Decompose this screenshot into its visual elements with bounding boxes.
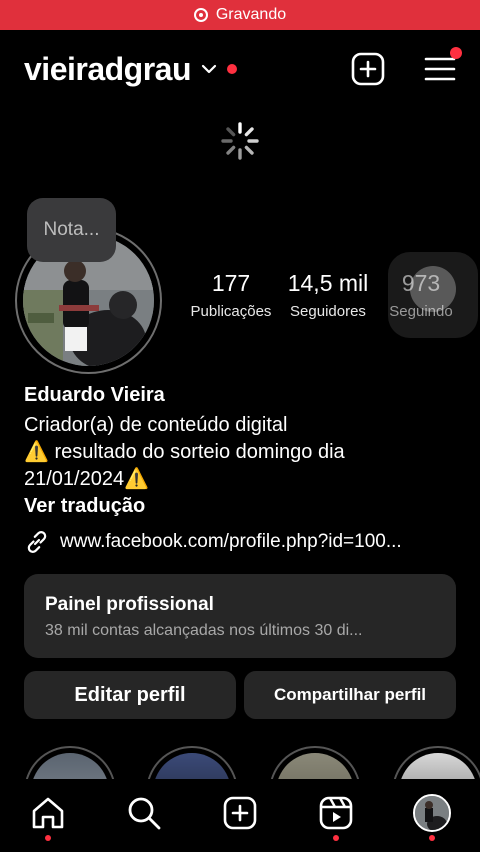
stat-posts-value: 177: [211, 270, 251, 296]
username[interactable]: vieiradgrau: [24, 51, 192, 88]
nav-create[interactable]: [216, 789, 264, 837]
highlight-item[interactable]: [269, 746, 361, 780]
bio-line-1: ⚠️ resultado do sorteio domingo dia: [24, 441, 345, 463]
edit-profile-button[interactable]: Editar perfil: [24, 671, 236, 719]
note-placeholder: Nota...: [43, 219, 100, 240]
profile-actions: Editar perfil Compartilhar perfil: [24, 671, 456, 719]
record-icon: [193, 8, 208, 22]
create-icon: [223, 796, 257, 829]
profile-bio: Eduardo Vieira Criador(a) de conteúdo di…: [24, 382, 464, 520]
loading-spinner-icon: [221, 122, 259, 160]
see-translation-link[interactable]: Ver tradução: [24, 493, 464, 520]
nav-home-dot: [45, 834, 51, 841]
chevron-down-icon[interactable]: [201, 61, 217, 77]
display-name: Eduardo Vieira: [24, 384, 165, 406]
story-highlights: [24, 746, 480, 780]
link-icon: [27, 531, 47, 553]
dashboard-subtitle: 38 mil contas alcançadas nos últimos 30 …: [45, 622, 363, 639]
highlight-item[interactable]: [392, 746, 480, 780]
home-icon: [32, 797, 64, 828]
bottom-navigation: [0, 779, 480, 852]
nav-profile-dot: [429, 834, 435, 841]
new-post-button[interactable]: [350, 51, 386, 87]
nav-reels-dot: [333, 834, 339, 841]
stat-followers[interactable]: 14,5 mil Seguidores: [278, 270, 378, 320]
nav-home[interactable]: [24, 789, 72, 841]
nav-reels[interactable]: [312, 789, 360, 841]
recording-label: Gravando: [215, 6, 287, 23]
link-url: www.facebook.com/profile.php?id=100...: [60, 531, 402, 552]
profile-header: vieiradgrau: [24, 44, 462, 94]
search-icon: [128, 797, 161, 829]
profile-avatar: [413, 793, 451, 832]
touch-indicator: [410, 266, 456, 312]
notification-dot: [227, 64, 238, 74]
menu-icon: [424, 57, 456, 81]
share-profile-button[interactable]: Compartilhar perfil: [244, 671, 456, 719]
bio-link[interactable]: www.facebook.com/profile.php?id=100...: [24, 529, 464, 555]
category-label: Criador(a) de conteúdo digital: [24, 414, 288, 436]
profile-avatar-photo: [415, 795, 449, 830]
reels-icon: [319, 796, 353, 829]
bio-line-2: 21/01/2024⚠️: [24, 468, 149, 490]
screen-recording-bar[interactable]: Gravando: [0, 0, 480, 30]
stat-followers-label: Seguidores: [290, 303, 366, 320]
nav-profile[interactable]: [408, 789, 456, 841]
note-bubble[interactable]: Nota...: [27, 198, 116, 262]
professional-dashboard[interactable]: Painel profissional 38 mil contas alcanç…: [24, 574, 456, 658]
nav-search[interactable]: [120, 789, 168, 837]
stat-posts-label: Publicações: [190, 303, 272, 320]
new-post-icon: [351, 52, 385, 86]
highlight-item[interactable]: [146, 746, 238, 780]
stat-posts[interactable]: 177 Publicações: [184, 270, 278, 320]
stat-followers-value: 14,5 mil: [287, 270, 369, 296]
dashboard-title: Painel profissional: [45, 594, 214, 615]
menu-badge: [450, 47, 462, 59]
highlight-item[interactable]: [24, 746, 116, 780]
menu-button[interactable]: [422, 47, 462, 87]
